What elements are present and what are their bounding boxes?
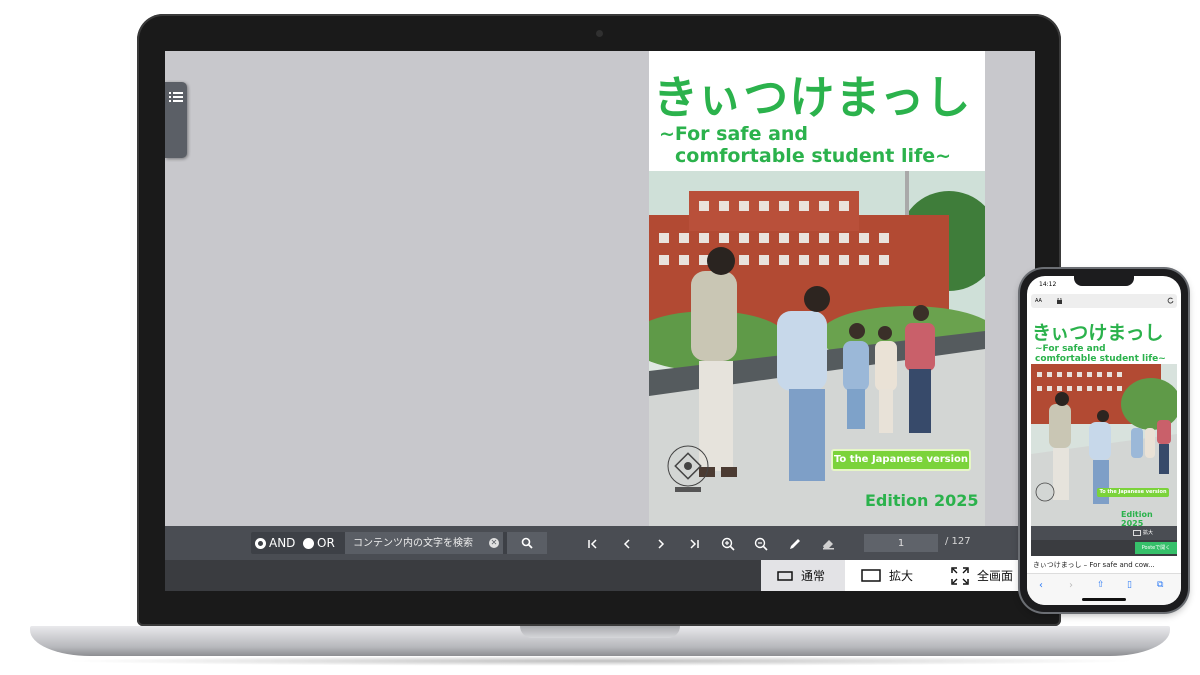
view-mode-bar: 通常 拡大 全画面	[165, 560, 1035, 591]
zoom-view-label: 拡大	[889, 569, 914, 583]
laptop-shadow	[60, 656, 1140, 666]
phone-cover-title: きぃつけまっし	[1032, 322, 1164, 344]
phone-cover-photo	[1031, 364, 1177, 526]
phone-status-bar: 14:12	[1027, 276, 1181, 292]
forward-icon[interactable]: ›	[1069, 580, 1073, 591]
next-page-icon[interactable]	[653, 536, 669, 552]
first-page-icon[interactable]	[585, 536, 601, 552]
phone-text-size-button[interactable]: AA	[1035, 298, 1042, 304]
edition-label: Edition 2025	[865, 491, 979, 510]
phone-edition-label: Edition 2025	[1121, 510, 1153, 526]
fullscreen-icon	[951, 566, 969, 585]
search-group: AND OR ✕	[251, 532, 547, 554]
content-search-input[interactable]	[345, 532, 503, 554]
poste-open-button[interactable]: Posteで開く	[1135, 542, 1177, 554]
prev-page-icon[interactable]	[619, 536, 635, 552]
zoom-view-button[interactable]: 拡大	[845, 560, 935, 591]
and-label: AND	[269, 536, 296, 550]
cover-page: きぃつけまっし ~For safe and comfortable studen…	[649, 51, 985, 526]
back-icon[interactable]: ‹	[1039, 580, 1043, 591]
phone-button-bar: Posteで開く	[1031, 540, 1177, 556]
tabs-icon[interactable]: ⧉	[1157, 580, 1163, 590]
cover-subtitle-line1: ~For safe and	[659, 123, 809, 145]
eraser-icon[interactable]	[820, 536, 836, 552]
phone-url-bar[interactable]: AA	[1031, 294, 1177, 308]
and-radio[interactable]: AND	[255, 536, 295, 550]
cover-subtitle-line2: comfortable student life~	[675, 145, 952, 167]
phone-zoom-button[interactable]: 拡大	[1143, 529, 1153, 536]
page-total: / 127	[945, 536, 971, 547]
search-icon	[521, 537, 533, 549]
fullscreen-label: 全画面	[977, 569, 1014, 583]
normal-view-icon	[777, 570, 793, 581]
page-number-input[interactable]	[864, 534, 938, 552]
home-indicator	[1082, 598, 1126, 601]
pen-icon[interactable]	[787, 536, 803, 552]
camera	[596, 30, 603, 37]
phone-toolbar: 拡大	[1031, 526, 1177, 540]
japanese-version-button[interactable]: To the Japanese version	[831, 449, 971, 471]
zoom-in-icon[interactable]	[720, 536, 736, 552]
viewer-toolbar: AND OR ✕	[165, 526, 1035, 560]
share-icon[interactable]: ⇧	[1097, 580, 1105, 590]
normal-view-button[interactable]: 通常	[761, 560, 845, 591]
university-seal-logo	[667, 445, 709, 492]
phone-time: 14:12	[1039, 281, 1057, 288]
or-label: OR	[317, 536, 335, 550]
table-of-contents-button[interactable]	[165, 82, 187, 158]
phone-notch	[1074, 276, 1134, 286]
zoom-view-icon	[861, 569, 881, 582]
cover-title: きぃつけまっし	[653, 71, 972, 124]
cover-subtitle: ~For safe and comfortable student life~	[659, 123, 979, 167]
last-page-icon[interactable]	[686, 536, 702, 552]
clear-search-icon[interactable]: ✕	[489, 538, 499, 548]
phone-screen: 14:12 AA きぃつけまっし ~For safe and comfortab…	[1027, 276, 1181, 605]
lock-icon	[1057, 298, 1062, 304]
phone-subtitle-line2: comfortable student life~	[1035, 354, 1166, 364]
reload-icon[interactable]	[1167, 297, 1174, 304]
phone-subtitle-line1: ~For safe and	[1035, 344, 1106, 354]
and-radio-dot	[255, 537, 266, 549]
or-radio[interactable]: OR	[303, 536, 335, 550]
viewer-area: きぃつけまっし ~For safe and comfortable studen…	[165, 51, 1035, 526]
or-radio-dot	[303, 537, 314, 549]
ebook-viewer-screen: きぃつけまっし ~For safe and comfortable studen…	[165, 51, 1035, 591]
phone-cover-subtitle: ~For safe and comfortable student life~	[1035, 344, 1166, 364]
laptop-notch	[520, 626, 680, 638]
normal-view-label: 通常	[801, 569, 826, 583]
phone-cover-page: きぃつけまっし ~For safe and comfortable studen…	[1031, 312, 1177, 526]
bookmarks-icon[interactable]: ▯	[1127, 580, 1132, 590]
zoom-out-icon[interactable]	[753, 536, 769, 552]
search-button[interactable]	[507, 532, 547, 554]
phone-zoom-icon	[1133, 530, 1141, 536]
list-icon	[169, 92, 183, 102]
phone-japanese-version-button[interactable]: To the Japanese version	[1097, 488, 1169, 497]
phone-page-text: きぃつけまっし – For safe and cow...	[1033, 561, 1155, 569]
